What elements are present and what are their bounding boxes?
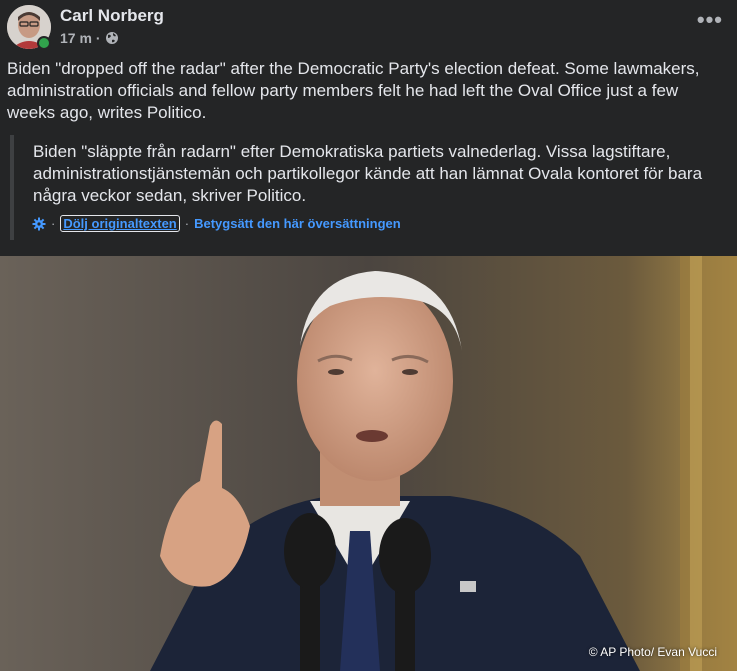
post-time[interactable]: 17 m	[60, 30, 92, 46]
globe-icon[interactable]	[105, 31, 119, 45]
post-header: Carl Norberg 17 m · •••	[0, 0, 737, 56]
gear-icon[interactable]	[32, 217, 46, 231]
separator: ·	[184, 216, 190, 231]
meta-separator: ·	[95, 30, 101, 46]
post-meta: 17 m ·	[60, 30, 119, 46]
original-text-block: Biden "släppte från radarn" efter Demokr…	[10, 135, 719, 240]
post-photo[interactable]: © AP Photo/ Evan Vucci	[0, 256, 737, 671]
post-text: Biden "dropped off the radar" after the …	[7, 59, 700, 122]
photo-credit: © AP Photo/ Evan Vucci	[588, 645, 717, 659]
hide-original-link[interactable]: Dölj originaltexten	[60, 215, 180, 232]
more-options-icon[interactable]: •••	[697, 9, 723, 31]
translation-actions: · Dölj originaltexten · Betygsätt den hä…	[32, 215, 401, 232]
rate-translation-link[interactable]: Betygsätt den här översättningen	[194, 216, 401, 231]
original-text: Biden "släppte från radarn" efter Demokr…	[33, 142, 703, 205]
online-status-dot	[37, 36, 51, 50]
separator: ·	[51, 216, 56, 231]
author-name[interactable]: Carl Norberg	[60, 6, 164, 26]
